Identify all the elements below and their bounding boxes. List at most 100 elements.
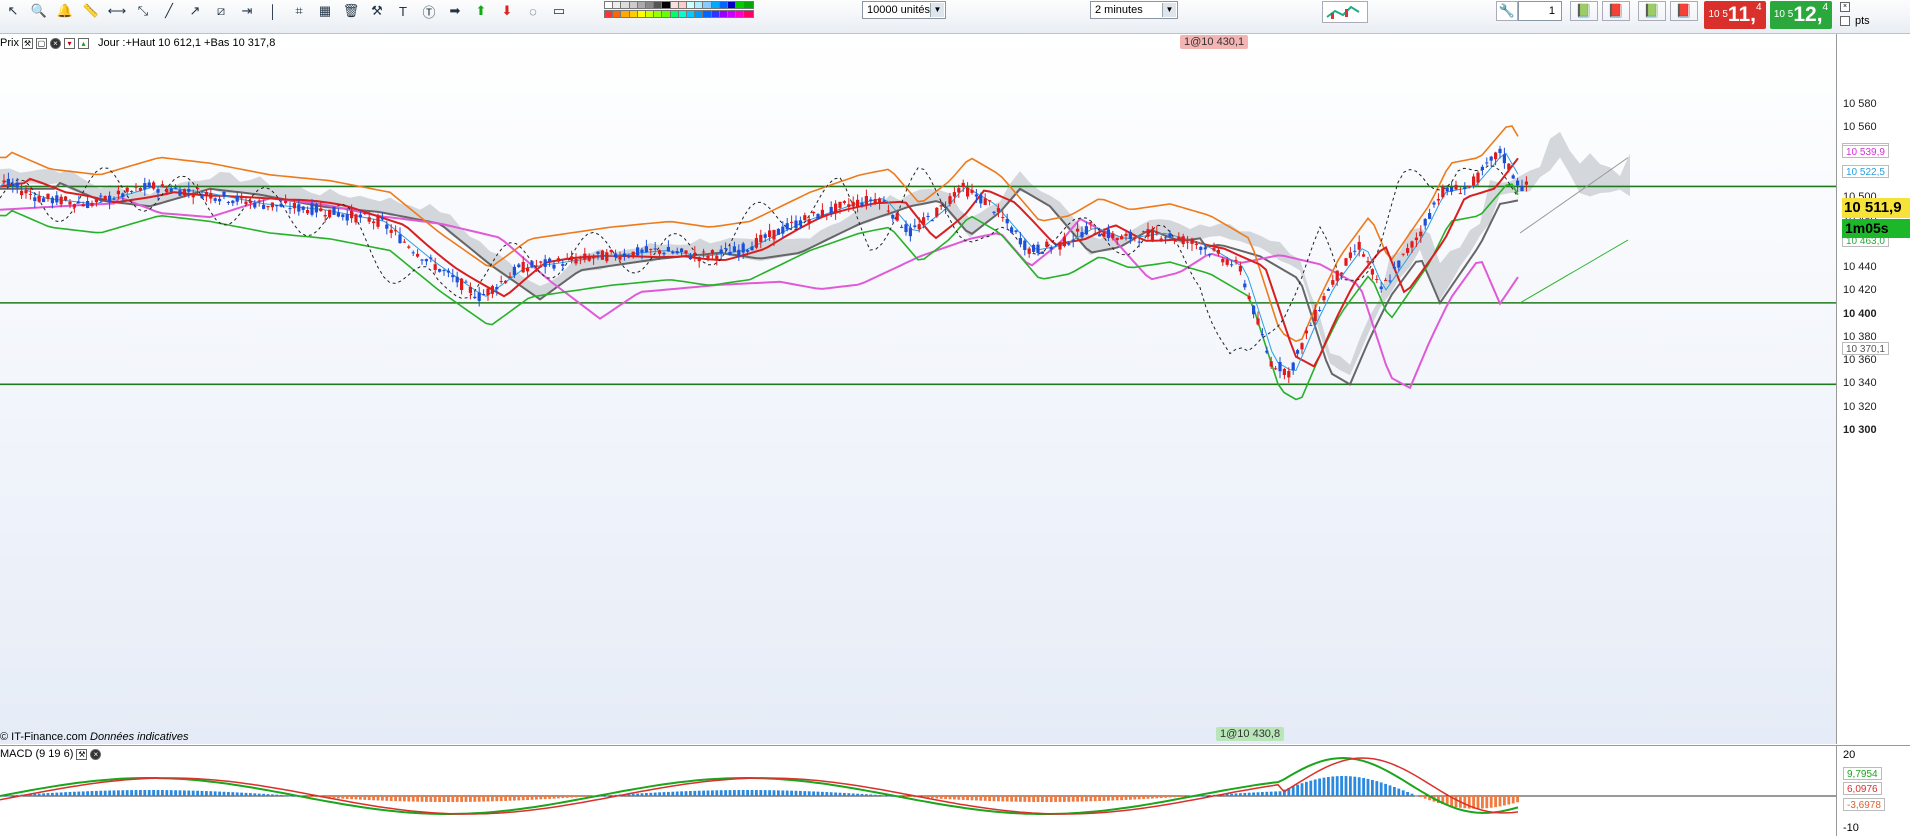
down-arrow-icon[interactable]: ⬇ (496, 1, 518, 21)
sell-button[interactable]: 10 511,4 (1704, 1, 1766, 29)
close-icon[interactable]: × (49, 37, 61, 49)
candle-body (2, 180, 6, 183)
macd-histogram-bar (1494, 796, 1497, 808)
trash-icon[interactable]: 🗑 (340, 1, 362, 21)
macd-histogram-bar (165, 790, 169, 796)
macd-histogram-bar (1498, 796, 1502, 807)
candle-body (204, 192, 208, 196)
trend-line-icon[interactable]: ╱ (158, 1, 180, 21)
candle-body (1287, 371, 1291, 378)
macd-histogram-bar (966, 796, 969, 801)
horizontal-line-icon[interactable]: ⟷ (106, 1, 128, 21)
rectangle-icon[interactable]: ▭ (548, 1, 570, 21)
macd-histogram-bar (81, 791, 85, 796)
zoom-icon[interactable]: 🔍 (28, 1, 50, 21)
candle-body (759, 234, 763, 242)
buy-button[interactable]: 10 512,4 (1770, 1, 1832, 29)
sell-stop-icon[interactable]: 📕 (1670, 1, 1698, 21)
buy-stop-icon[interactable]: 📗 (1638, 1, 1666, 21)
candle-body (1203, 247, 1207, 250)
window-icon[interactable]: ▢ (35, 37, 47, 49)
candle-body (200, 194, 204, 199)
candle-body (363, 213, 367, 215)
macd-histogram-bar (271, 794, 274, 796)
candle-body (746, 250, 750, 252)
macd-canvas[interactable] (0, 746, 1836, 837)
text-bubble-icon[interactable]: Ⓣ (418, 1, 440, 21)
chart-type-button[interactable] (1322, 1, 1368, 23)
macd-histogram-bar (103, 790, 107, 796)
close-icon[interactable]: × (1840, 2, 1850, 12)
minimize-icon[interactable]: ▾ (63, 37, 75, 49)
checkbox[interactable] (1840, 16, 1850, 26)
candle-body (1146, 229, 1150, 237)
segment-icon[interactable]: ⤡ (132, 1, 154, 21)
vertical-line-icon[interactable]: │ (262, 1, 284, 21)
candle-body (451, 275, 455, 278)
ruler-icon[interactable]: 📏 (80, 1, 102, 21)
macd-histogram-bar (231, 792, 235, 796)
ray-icon[interactable]: ↗ (184, 1, 206, 21)
sell-limit-icon[interactable]: 📕 (1602, 1, 1630, 21)
arrow-right-icon[interactable]: ➡ (444, 1, 466, 21)
lasso-icon[interactable]: ◌ (522, 1, 544, 21)
macd-histogram-bar (1058, 796, 1062, 802)
macd-histogram-bar (372, 796, 375, 801)
wrench-icon[interactable]: 🔧 (1496, 1, 1518, 21)
buy-limit-icon[interactable]: 📗 (1570, 1, 1598, 21)
alert-icon[interactable]: 🔔 (54, 1, 76, 21)
price-chart-canvas[interactable] (0, 34, 1836, 744)
macd-histogram-bar (508, 796, 512, 801)
signal-line (0, 757, 1519, 815)
candle-body (1454, 184, 1458, 190)
macd-histogram-bar (469, 796, 472, 802)
macd-histogram-bar (1137, 796, 1141, 800)
quantity-input[interactable]: 1 (1518, 1, 1562, 21)
candle-body (517, 264, 521, 267)
color-palette[interactable] (604, 1, 755, 20)
channel-icon[interactable]: ⧄ (210, 1, 232, 21)
pts-label: pts (1855, 15, 1870, 27)
candle-body (332, 206, 336, 215)
macd-histogram-bar (486, 796, 490, 802)
color-swatch[interactable] (743, 10, 755, 18)
candle-body (1331, 280, 1335, 285)
candle-body (20, 190, 24, 196)
macd-histogram-bar (218, 791, 221, 796)
fibonacci-icon[interactable]: ⌗ (288, 1, 310, 21)
close-icon[interactable]: × (90, 748, 102, 760)
maximize-icon[interactable]: ▴ (77, 37, 89, 49)
color-swatch[interactable] (743, 1, 755, 9)
grid-icon[interactable]: ▦ (314, 1, 336, 21)
candle-body (864, 196, 868, 205)
candle-body (926, 215, 930, 217)
macd-histogram-bar (557, 796, 560, 799)
candle-body (77, 202, 81, 204)
quantity-dropdown[interactable]: 10000 unités ▼ (862, 1, 946, 19)
price-axis[interactable]: 10 58010 56010 54010 52010 50010 48010 4… (1836, 34, 1910, 744)
candle-body (482, 294, 486, 296)
macd-histogram-bar (350, 796, 353, 800)
day-range-info: Jour :+Haut 10 612,1 +Bas 10 317,8 (97, 37, 276, 49)
wrench-icon[interactable]: ⚒ (21, 37, 33, 49)
candle-body (1001, 217, 1005, 219)
candle-body (1159, 238, 1163, 240)
candle-body (820, 209, 824, 217)
up-arrow-icon[interactable]: ⬆ (470, 1, 492, 21)
price-chart[interactable] (0, 34, 1836, 744)
macd-histogram-bar (957, 796, 961, 800)
settings-icon[interactable]: ⚒ (366, 1, 388, 21)
candle-body (460, 278, 464, 290)
wrench-icon[interactable]: ⚒ (76, 748, 88, 760)
cursor-icon[interactable]: ↖ (2, 1, 24, 21)
macd-panel[interactable] (0, 745, 1836, 836)
macd-histogram-bar (1344, 776, 1348, 796)
timeframe-dropdown[interactable]: 2 minutes ▼ (1090, 1, 1178, 19)
macd-histogram-bar (161, 790, 164, 796)
candle-body (336, 212, 340, 217)
arrow-tool-icon[interactable]: ⇥ (236, 1, 258, 21)
candle-body (1150, 229, 1154, 240)
macd-histogram-bar (781, 790, 785, 796)
text-icon[interactable]: T (392, 1, 414, 21)
candle-body (904, 224, 908, 233)
